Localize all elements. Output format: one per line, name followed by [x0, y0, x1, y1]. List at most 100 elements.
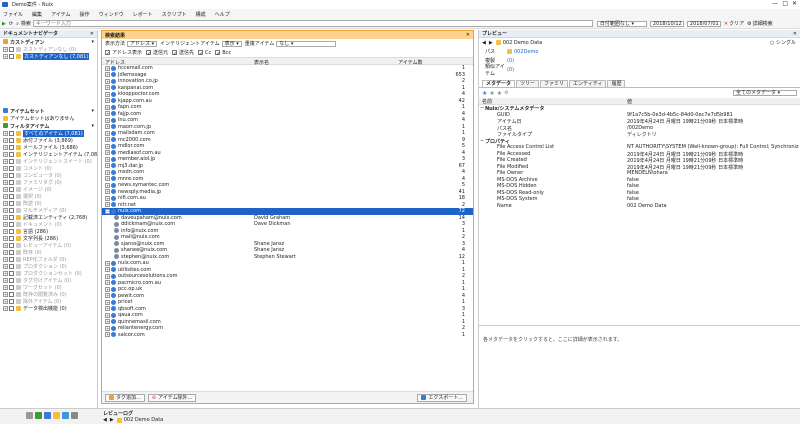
expand-icon[interactable]: +: [105, 189, 110, 194]
expand-icon[interactable]: +: [3, 187, 8, 192]
expand-icon[interactable]: +: [105, 299, 110, 305]
metadata-settings-icon[interactable]: ⚙: [504, 90, 508, 96]
expand-icon[interactable]: +: [105, 65, 110, 71]
item-checkbox[interactable]: [9, 264, 14, 269]
export-button[interactable]: エクスポート...: [417, 393, 467, 402]
expand-icon[interactable]: +: [3, 243, 8, 248]
item-checkbox[interactable]: [9, 166, 14, 171]
item-checkbox[interactable]: [9, 278, 14, 283]
filter-check-2[interactable]: ✓ 送信先: [172, 49, 194, 57]
menu-item-1[interactable]: 編集: [32, 11, 42, 18]
date-range-select[interactable]: 日付範囲なし ▾: [596, 20, 647, 27]
maximize-icon[interactable]: □: [782, 0, 788, 7]
tab-2[interactable]: ファミリ: [540, 80, 569, 87]
review-back-icon[interactable]: ◀: [103, 417, 107, 423]
item-checkbox[interactable]: [9, 159, 14, 164]
filter-view-icon[interactable]: [62, 412, 69, 419]
filter-list-item[interactable]: + コメント (0): [0, 165, 97, 172]
filter-check-4[interactable]: ✓ Bcc: [215, 50, 231, 57]
expand-icon[interactable]: +: [105, 117, 110, 123]
expand-icon[interactable]: +: [3, 201, 8, 206]
filter-list-item[interactable]: + タグ付けアイテム (0): [0, 277, 97, 284]
expand-icon[interactable]: +: [3, 194, 8, 199]
expand-icon[interactable]: +: [105, 156, 110, 162]
expand-icon[interactable]: +: [105, 306, 110, 311]
filter-list-item[interactable]: + 既存の閲覧済み (0): [0, 291, 97, 298]
filter-list-item[interactable]: + プロダクションセット (0): [0, 270, 97, 277]
expand-icon[interactable]: +: [105, 124, 110, 129]
expand-icon[interactable]: +: [105, 163, 110, 168]
expand-icon[interactable]: +: [105, 286, 110, 292]
expand-icon[interactable]: +: [105, 130, 110, 136]
expand-icon[interactable]: +: [3, 215, 8, 220]
filter-list-item[interactable]: + ワークセット (0): [0, 284, 97, 291]
exclude-item-button[interactable]: ⊘ アイテム除外...: [147, 393, 197, 402]
expand-icon[interactable]: +: [105, 111, 110, 116]
star-icon[interactable]: ★: [482, 90, 487, 97]
checkbox[interactable]: ✓: [198, 50, 203, 57]
menu-item-0[interactable]: ファイル: [3, 11, 23, 18]
expand-icon[interactable]: +: [105, 143, 110, 149]
filter-list-item[interactable]: + マルチメディア (0): [0, 207, 97, 214]
tab-1[interactable]: ツリー: [516, 80, 540, 87]
date-to-field[interactable]: 2018/07/01: [686, 20, 721, 27]
filter-list-item[interactable]: + レビューアイテム (0): [0, 242, 97, 249]
filter-list-item[interactable]: + 選択 (0): [0, 193, 97, 200]
chart-view-icon[interactable]: [35, 412, 42, 419]
menu-item-8[interactable]: ヘルプ: [215, 11, 230, 18]
back-icon[interactable]: ◀: [482, 40, 486, 46]
tab-0[interactable]: メタデータ: [482, 80, 516, 87]
path-link[interactable]: 002Demo: [514, 49, 538, 55]
filter-list-item[interactable]: + プロダクション (0): [0, 263, 97, 270]
item-checkbox[interactable]: [9, 299, 14, 304]
item-checkbox[interactable]: [9, 173, 14, 178]
collapse-icon[interactable]: −: [480, 105, 484, 111]
close-preview-icon[interactable]: ✕: [793, 31, 797, 37]
expand-icon[interactable]: +: [105, 195, 110, 201]
expand-icon[interactable]: +: [105, 332, 110, 337]
expand-icon[interactable]: +: [3, 180, 8, 185]
filter-list-item[interactable]: + データ検出機能 (0): [0, 305, 97, 312]
expand-icon[interactable]: +: [3, 278, 8, 283]
date-from-field[interactable]: 2018/10/12: [649, 20, 684, 27]
filter-list-item[interactable]: + 記載済エンティティ (2,768): [0, 214, 97, 221]
checkbox[interactable]: ✓: [146, 50, 151, 57]
expand-icon[interactable]: +: [3, 292, 8, 297]
item-checkbox[interactable]: [9, 131, 14, 136]
menu-item-6[interactable]: スクリプト: [162, 11, 187, 18]
filter-list-item[interactable]: + 除外アイテム (0): [0, 298, 97, 305]
item-checkbox[interactable]: [9, 152, 14, 157]
advanced-search-icon[interactable]: ⚙: [747, 21, 751, 27]
expand-icon[interactable]: +: [3, 250, 8, 255]
expand-icon[interactable]: +: [3, 208, 8, 213]
item-checkbox[interactable]: [9, 257, 14, 262]
custodian-list-item[interactable]: + カストディアンなし (7,081): [0, 53, 97, 60]
filter-list-item[interactable]: + イメージ (0): [0, 186, 97, 193]
expand-icon[interactable]: +: [105, 98, 110, 103]
expand-icon[interactable]: +: [105, 182, 110, 188]
close-panel-icon[interactable]: ✕: [90, 31, 94, 37]
expand-icon[interactable]: +: [105, 267, 110, 272]
item-checkbox[interactable]: [9, 54, 14, 59]
collapse-icon[interactable]: −: [480, 138, 484, 144]
item-checkbox[interactable]: [9, 187, 14, 192]
advanced-search-button[interactable]: 詳細検索: [753, 20, 773, 27]
metadata-filter-select[interactable]: 全てのメタデータ ▾: [733, 90, 797, 96]
expand-icon[interactable]: +: [3, 166, 8, 171]
folder-view-icon[interactable]: [53, 412, 60, 419]
expand-icon[interactable]: +: [105, 293, 110, 298]
forward-icon[interactable]: ▶: [489, 40, 493, 46]
item-checkbox[interactable]: [9, 236, 14, 241]
expand-icon[interactable]: +: [3, 229, 8, 234]
filter-list-item[interactable]: + 添付ファイル (3,869): [0, 137, 97, 144]
clear-button[interactable]: クリア: [729, 20, 744, 27]
checkbox[interactable]: ✓: [105, 50, 110, 57]
expand-icon[interactable]: +: [105, 325, 110, 331]
user-view-icon[interactable]: [44, 412, 51, 419]
star-outline-icon[interactable]: ★: [489, 90, 494, 97]
expand-icon[interactable]: +: [105, 169, 110, 175]
expand-icon[interactable]: +: [105, 260, 110, 266]
expand-icon[interactable]: +: [3, 145, 8, 150]
intelligent-item-select[interactable]: 表示 ▾: [221, 40, 242, 47]
table-row[interactable]: + salcor.com 1: [102, 332, 473, 339]
